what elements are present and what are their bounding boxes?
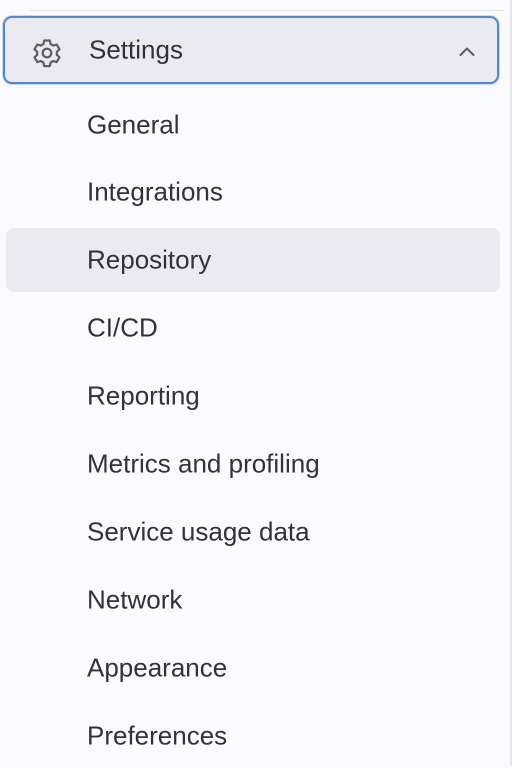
sidebar-item-label: Repository <box>87 244 212 275</box>
sidebar-item-service-usage-data[interactable]: Service usage data <box>6 500 500 564</box>
sidebar-item-label: General <box>87 109 180 140</box>
sidebar-item-reporting[interactable]: Reporting <box>6 364 500 428</box>
settings-section-toggle[interactable]: Settings <box>3 16 499 84</box>
sidebar-item-repository[interactable]: Repository <box>6 228 500 292</box>
sidebar-item-ci-cd[interactable]: CI/CD <box>6 296 500 360</box>
settings-section-label: Settings <box>89 34 183 65</box>
sidebar-item-network[interactable]: Network <box>6 568 500 632</box>
sidebar-item-label: CI/CD <box>87 312 158 343</box>
gear-icon <box>33 39 61 68</box>
sidebar-item-label: Reporting <box>87 380 200 411</box>
top-divider <box>30 10 504 11</box>
sidebar-item-label: Preferences <box>87 720 228 751</box>
sidebar-item-general[interactable]: General <box>6 93 500 157</box>
chevron-up-icon <box>459 47 475 56</box>
sidebar-item-label: Integrations <box>87 176 223 207</box>
sidebar-item-label: Appearance <box>87 652 228 683</box>
sidebar-item-metrics-and-profiling[interactable]: Metrics and profiling <box>6 432 500 496</box>
sidebar-item-label: Metrics and profiling <box>87 448 320 479</box>
sidebar-item-appearance[interactable]: Appearance <box>6 636 500 700</box>
sidebar-item-label: Network <box>87 584 183 615</box>
sidebar-item-label: Service usage data <box>87 516 310 547</box>
sidebar-item-integrations[interactable]: Integrations <box>6 160 500 224</box>
sidebar-item-preferences[interactable]: Preferences <box>6 704 500 768</box>
